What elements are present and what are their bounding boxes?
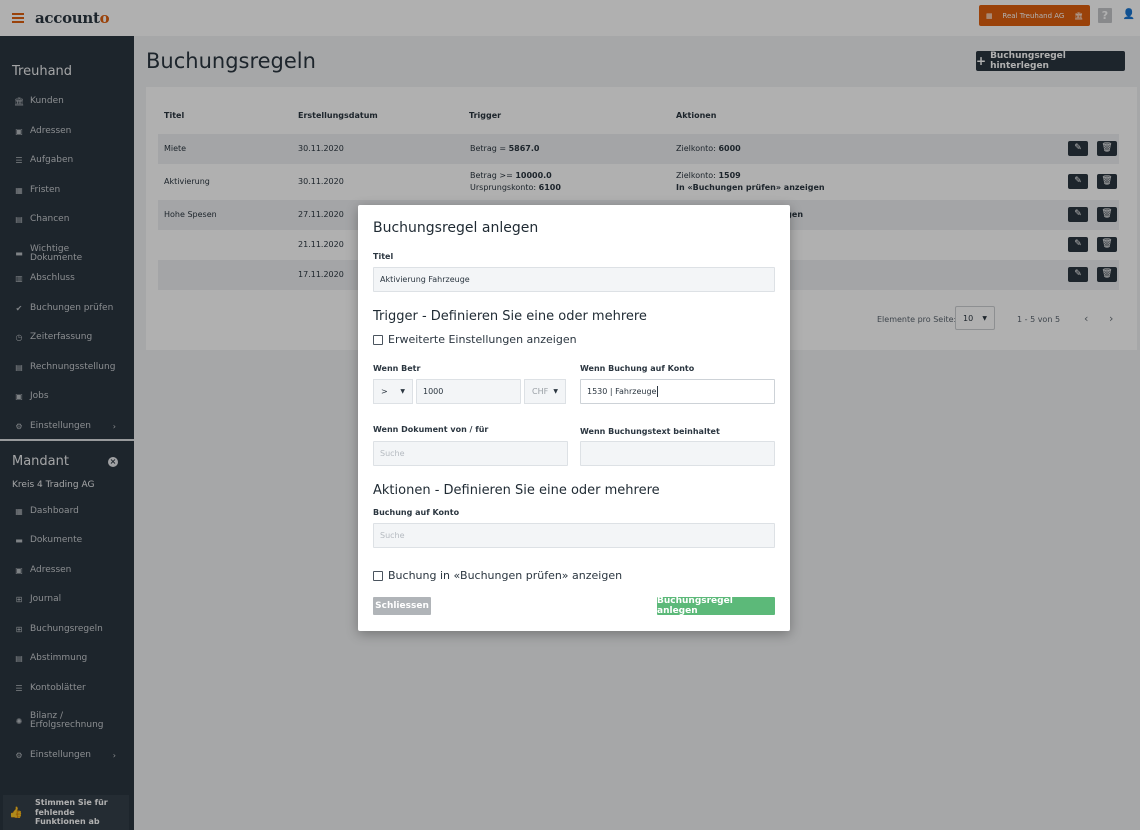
amount-value: 1000 (423, 387, 444, 396)
chevron-down-icon: ▼ (400, 388, 405, 395)
create-rule-modal: Buchungsregel anlegen Titel Aktivierung … (358, 205, 790, 631)
account-input[interactable]: 1530 | Fahrzeuge (580, 379, 775, 404)
amount-label: Wenn Betr (373, 364, 421, 373)
account-label: Wenn Buchung auf Konto (580, 364, 695, 373)
chevron-down-icon: ▼ (553, 388, 558, 395)
title-input-value: Aktivierung Fahrzeuge (380, 275, 470, 284)
text-cursor (657, 386, 659, 397)
account-input-value: 1530 | Fahrzeuge (587, 387, 657, 396)
title-input[interactable]: Aktivierung Fahrzeuge (373, 267, 775, 292)
document-search-input[interactable]: Suche (373, 441, 568, 466)
close-button[interactable]: Schliessen (373, 597, 431, 615)
booking-text-label: Wenn Buchungstext beinhaltet (580, 427, 720, 436)
amount-operator-value: > (381, 387, 388, 396)
actions-heading: Aktionen - Definieren Sie eine oder mehr… (373, 483, 660, 498)
create-rule-button[interactable]: Buchungsregel anlegen (657, 596, 775, 616)
checkbox-box (373, 334, 383, 345)
show-in-review-label: Buchung in «Buchungen prüfen» anzeigen (388, 569, 623, 582)
advanced-settings-label: Erweiterte Einstellungen anzeigen (388, 333, 577, 346)
show-in-review-checkbox[interactable]: Buchung in «Buchungen prüfen» anzeigen (373, 569, 622, 582)
advanced-settings-checkbox[interactable]: Erweiterte Einstellungen anzeigen (373, 333, 577, 346)
booking-text-input[interactable] (580, 441, 775, 466)
amount-input[interactable]: 1000 (416, 379, 521, 404)
checkbox-box (373, 570, 383, 581)
target-account-input[interactable]: Suche (373, 523, 775, 548)
document-search-placeholder: Suche (380, 449, 405, 458)
modal-title: Buchungsregel anlegen (373, 220, 539, 236)
amount-operator-select[interactable]: > ▼ (373, 379, 413, 404)
trigger-heading: Trigger - Definieren Sie eine oder mehre… (373, 309, 647, 324)
title-label: Titel (373, 252, 394, 261)
target-account-label: Buchung auf Konto (373, 508, 460, 517)
currency-value: CHF (532, 387, 549, 396)
target-account-placeholder: Suche (380, 531, 405, 540)
currency-select[interactable]: CHF ▼ (524, 379, 566, 404)
document-label: Wenn Dokument von / für (373, 425, 489, 434)
